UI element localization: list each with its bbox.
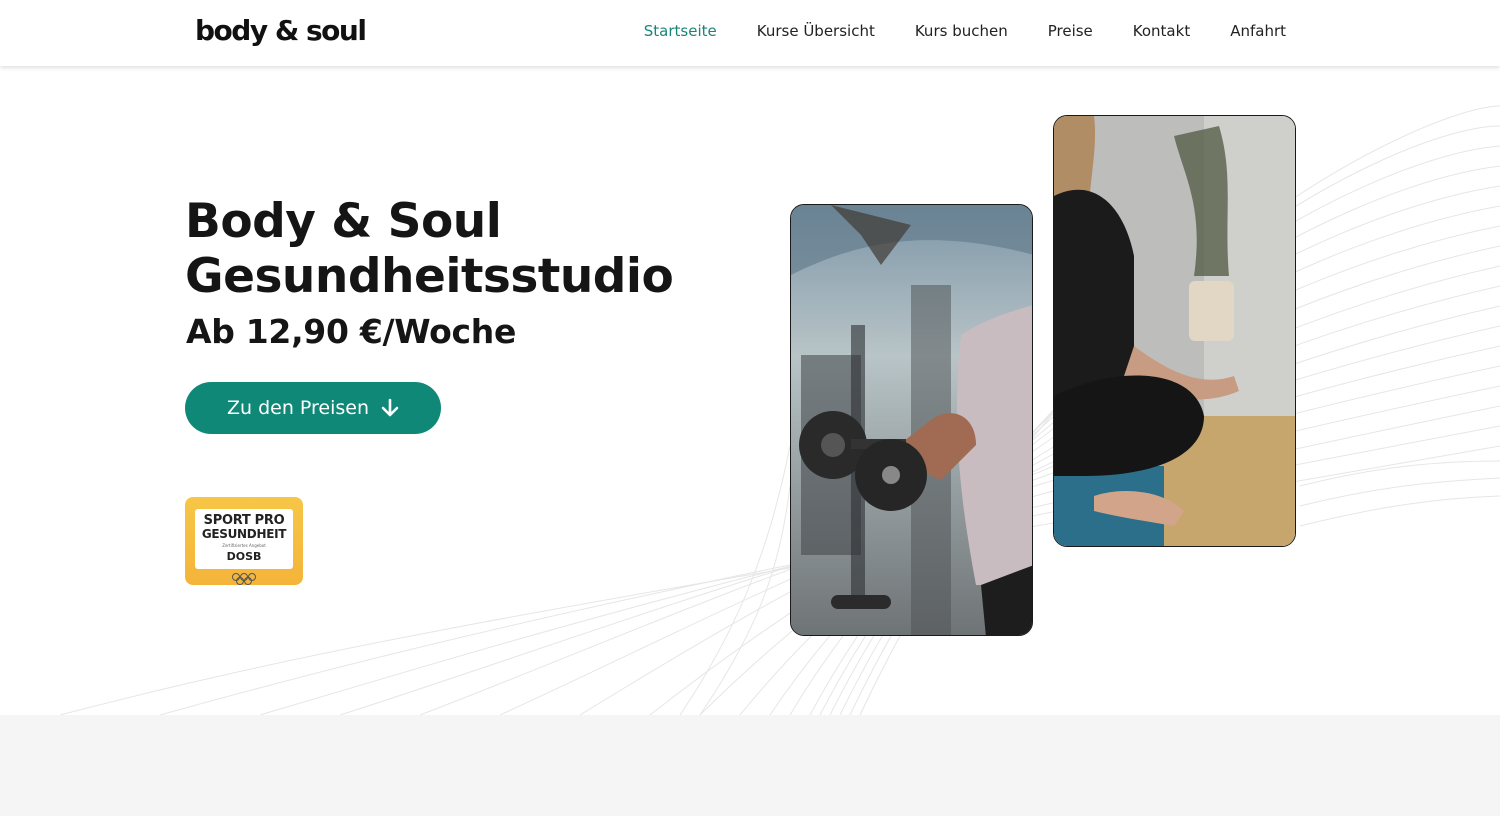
badge-title-2: GESUNDHEIT [201,527,287,541]
page-title: Body & Soul Gesundheitsstudio [185,194,745,304]
site-logo[interactable]: body & soul [195,14,367,47]
prices-cta-button[interactable]: Zu den Preisen [185,382,441,434]
nav-kurs-buchen[interactable]: Kurs buchen [915,22,1008,40]
nav-startseite[interactable]: Startseite [644,22,717,40]
gym-dumbbell-photo [790,204,1033,636]
badge-title-1: SPORT PRO [203,513,285,528]
nav-kurse-uebersicht[interactable]: Kurse Übersicht [757,22,875,40]
main-nav: Startseite Kurse Übersicht Kurs buchen P… [644,22,1286,40]
cta-label: Zu den Preisen [226,397,370,419]
badge-caption: Zertifiziertes Angebot [222,543,266,548]
sport-pro-gesundheit-badge: SPORT PRO GESUNDHEIT Zertifiziertes Ange… [185,497,303,585]
yoga-photo-illustration [1054,116,1295,546]
nav-kontakt[interactable]: Kontakt [1133,22,1190,40]
title-line-1: Body & Soul [185,194,502,249]
title-line-2: Gesundheitsstudio [185,249,674,304]
nav-anfahrt[interactable]: Anfahrt [1230,22,1286,40]
badge-panel: SPORT PRO GESUNDHEIT Zertifiziertes Ange… [195,509,293,569]
hero-section: Body & Soul Gesundheitsstudio Ab 12,90 €… [0,66,1500,715]
badge-org: DOSB [226,550,262,563]
yoga-meditation-photo [1053,115,1296,547]
nav-preise[interactable]: Preise [1048,22,1093,40]
price-subtitle: Ab 12,90 €/Woche [186,312,517,351]
gym-photo-illustration [791,205,1032,635]
arrow-down-icon [381,398,399,417]
site-header: body & soul Startseite Kurse Übersicht K… [0,0,1500,66]
olympic-rings-icon [232,573,256,585]
next-section-band [0,715,1500,816]
